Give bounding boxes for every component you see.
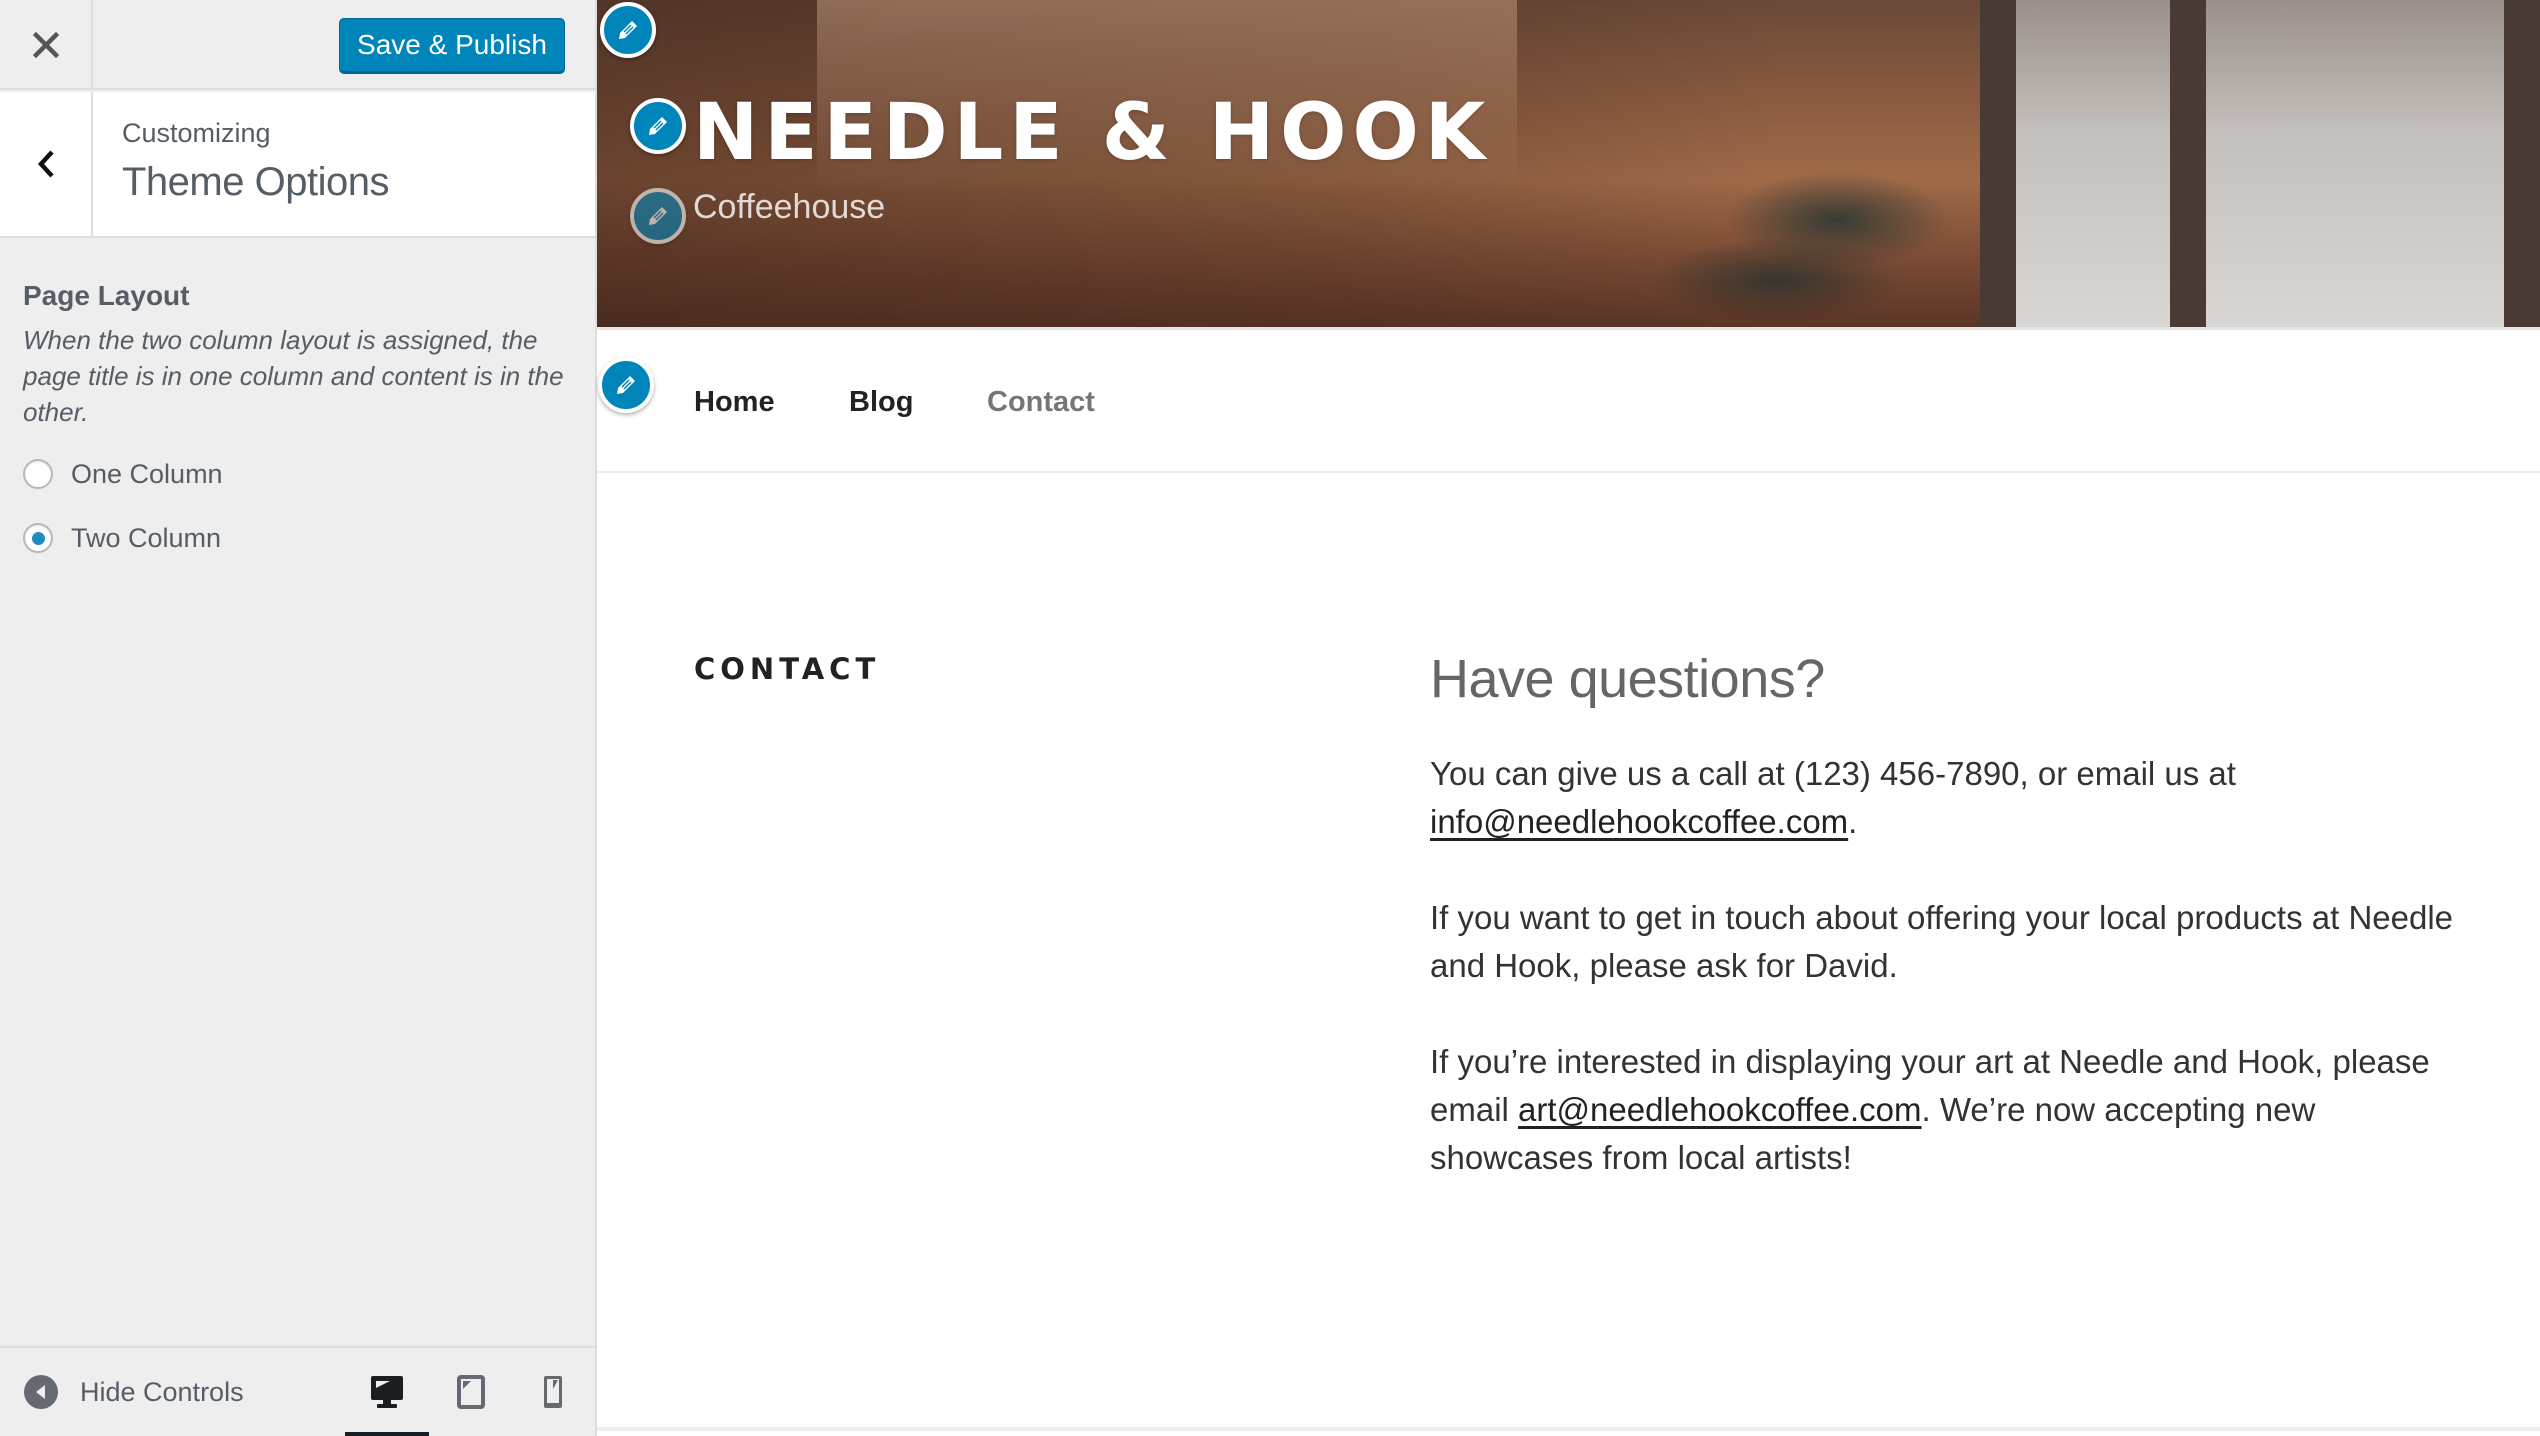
save-publish-button[interactable]: Save & Publish [339,18,565,74]
site-preview: NEEDLE & HOOK Coffeehouse Home Blog Cont… [597,0,2540,1436]
edit-menu-button[interactable] [598,357,654,413]
footer-divider [597,1427,2540,1431]
hide-controls-label: Hide Controls [80,1376,244,1407]
collapse-arrow-icon [24,1375,58,1409]
control-description: When the two column layout is assigned, … [23,325,564,427]
content-paragraph: If you’re interested in displaying your … [1430,1038,2460,1182]
radio-label: Two Column [71,522,222,553]
pencil-icon [619,21,637,39]
hide-controls-button[interactable]: Hide Controls [24,1348,244,1436]
customizer-header: Save & Publish [0,0,595,90]
radio-option-one-column[interactable]: One Column [23,454,583,494]
paragraph-text: . [1848,803,1858,840]
nav-item-blog[interactable]: Blog [849,386,913,419]
header-image-window [1980,0,2540,327]
site-tagline[interactable]: Coffeehouse [693,188,885,227]
radio-option-two-column[interactable]: Two Column [23,518,583,558]
main-navigation: Home Blog Contact [597,327,2540,473]
customizer-footer: Hide Controls [0,1346,595,1436]
pencil-icon [649,207,667,225]
page-layout-control: Page Layout When the two column layout i… [23,280,583,558]
edit-header-image-button[interactable] [600,2,656,58]
customizing-label: Customizing [122,118,271,148]
paragraph-text: You can give us a call at (123) 456-7890… [1430,755,2236,792]
edit-site-title-button[interactable] [630,98,686,154]
art-email-link[interactable]: art@needlehookcoffee.com [1518,1091,1921,1128]
section-header: Customizing Theme Options [0,92,595,238]
content-paragraph: You can give us a call at (123) 456-7890… [1430,750,2460,846]
customizer-sidebar: Save & Publish Customizing Theme Options… [0,0,597,1436]
window-frame [2504,0,2540,327]
pencil-icon [617,376,635,394]
edit-tagline-button[interactable] [630,188,686,244]
mobile-icon [544,1376,562,1408]
content-paragraph: If you want to get in touch about offeri… [1430,899,2454,984]
content-heading: Have questions? [1430,649,1825,709]
nav-item-home[interactable]: Home [694,386,775,419]
nav-item-contact[interactable]: Contact [987,386,1095,419]
control-title: Page Layout [23,280,190,311]
back-button[interactable] [0,92,93,236]
desktop-icon [371,1376,403,1408]
window-frame [2170,0,2206,327]
section-title: Theme Options [122,160,389,204]
window-frame [1980,0,2016,327]
pencil-icon [649,117,667,135]
site-title[interactable]: NEEDLE & HOOK [693,88,1491,178]
preview-desktop-button[interactable] [345,1348,429,1436]
radio-button[interactable] [23,523,53,553]
tablet-icon [457,1375,485,1409]
header-image: NEEDLE & HOOK Coffeehouse [597,0,2540,327]
info-email-link[interactable]: info@needlehookcoffee.com [1430,803,1848,840]
radio-selected-dot [31,531,45,545]
page-content: Have questions? You can give us a call a… [1430,648,2460,1230]
close-icon [32,32,59,58]
close-customizer-button[interactable] [0,0,93,90]
page-title: CONTACT [694,652,881,686]
radio-button[interactable] [23,459,53,489]
radio-label: One Column [71,458,223,489]
chevron-left-icon [37,150,54,178]
preview-tablet-button[interactable] [429,1348,513,1436]
preview-mobile-button[interactable] [511,1348,595,1436]
